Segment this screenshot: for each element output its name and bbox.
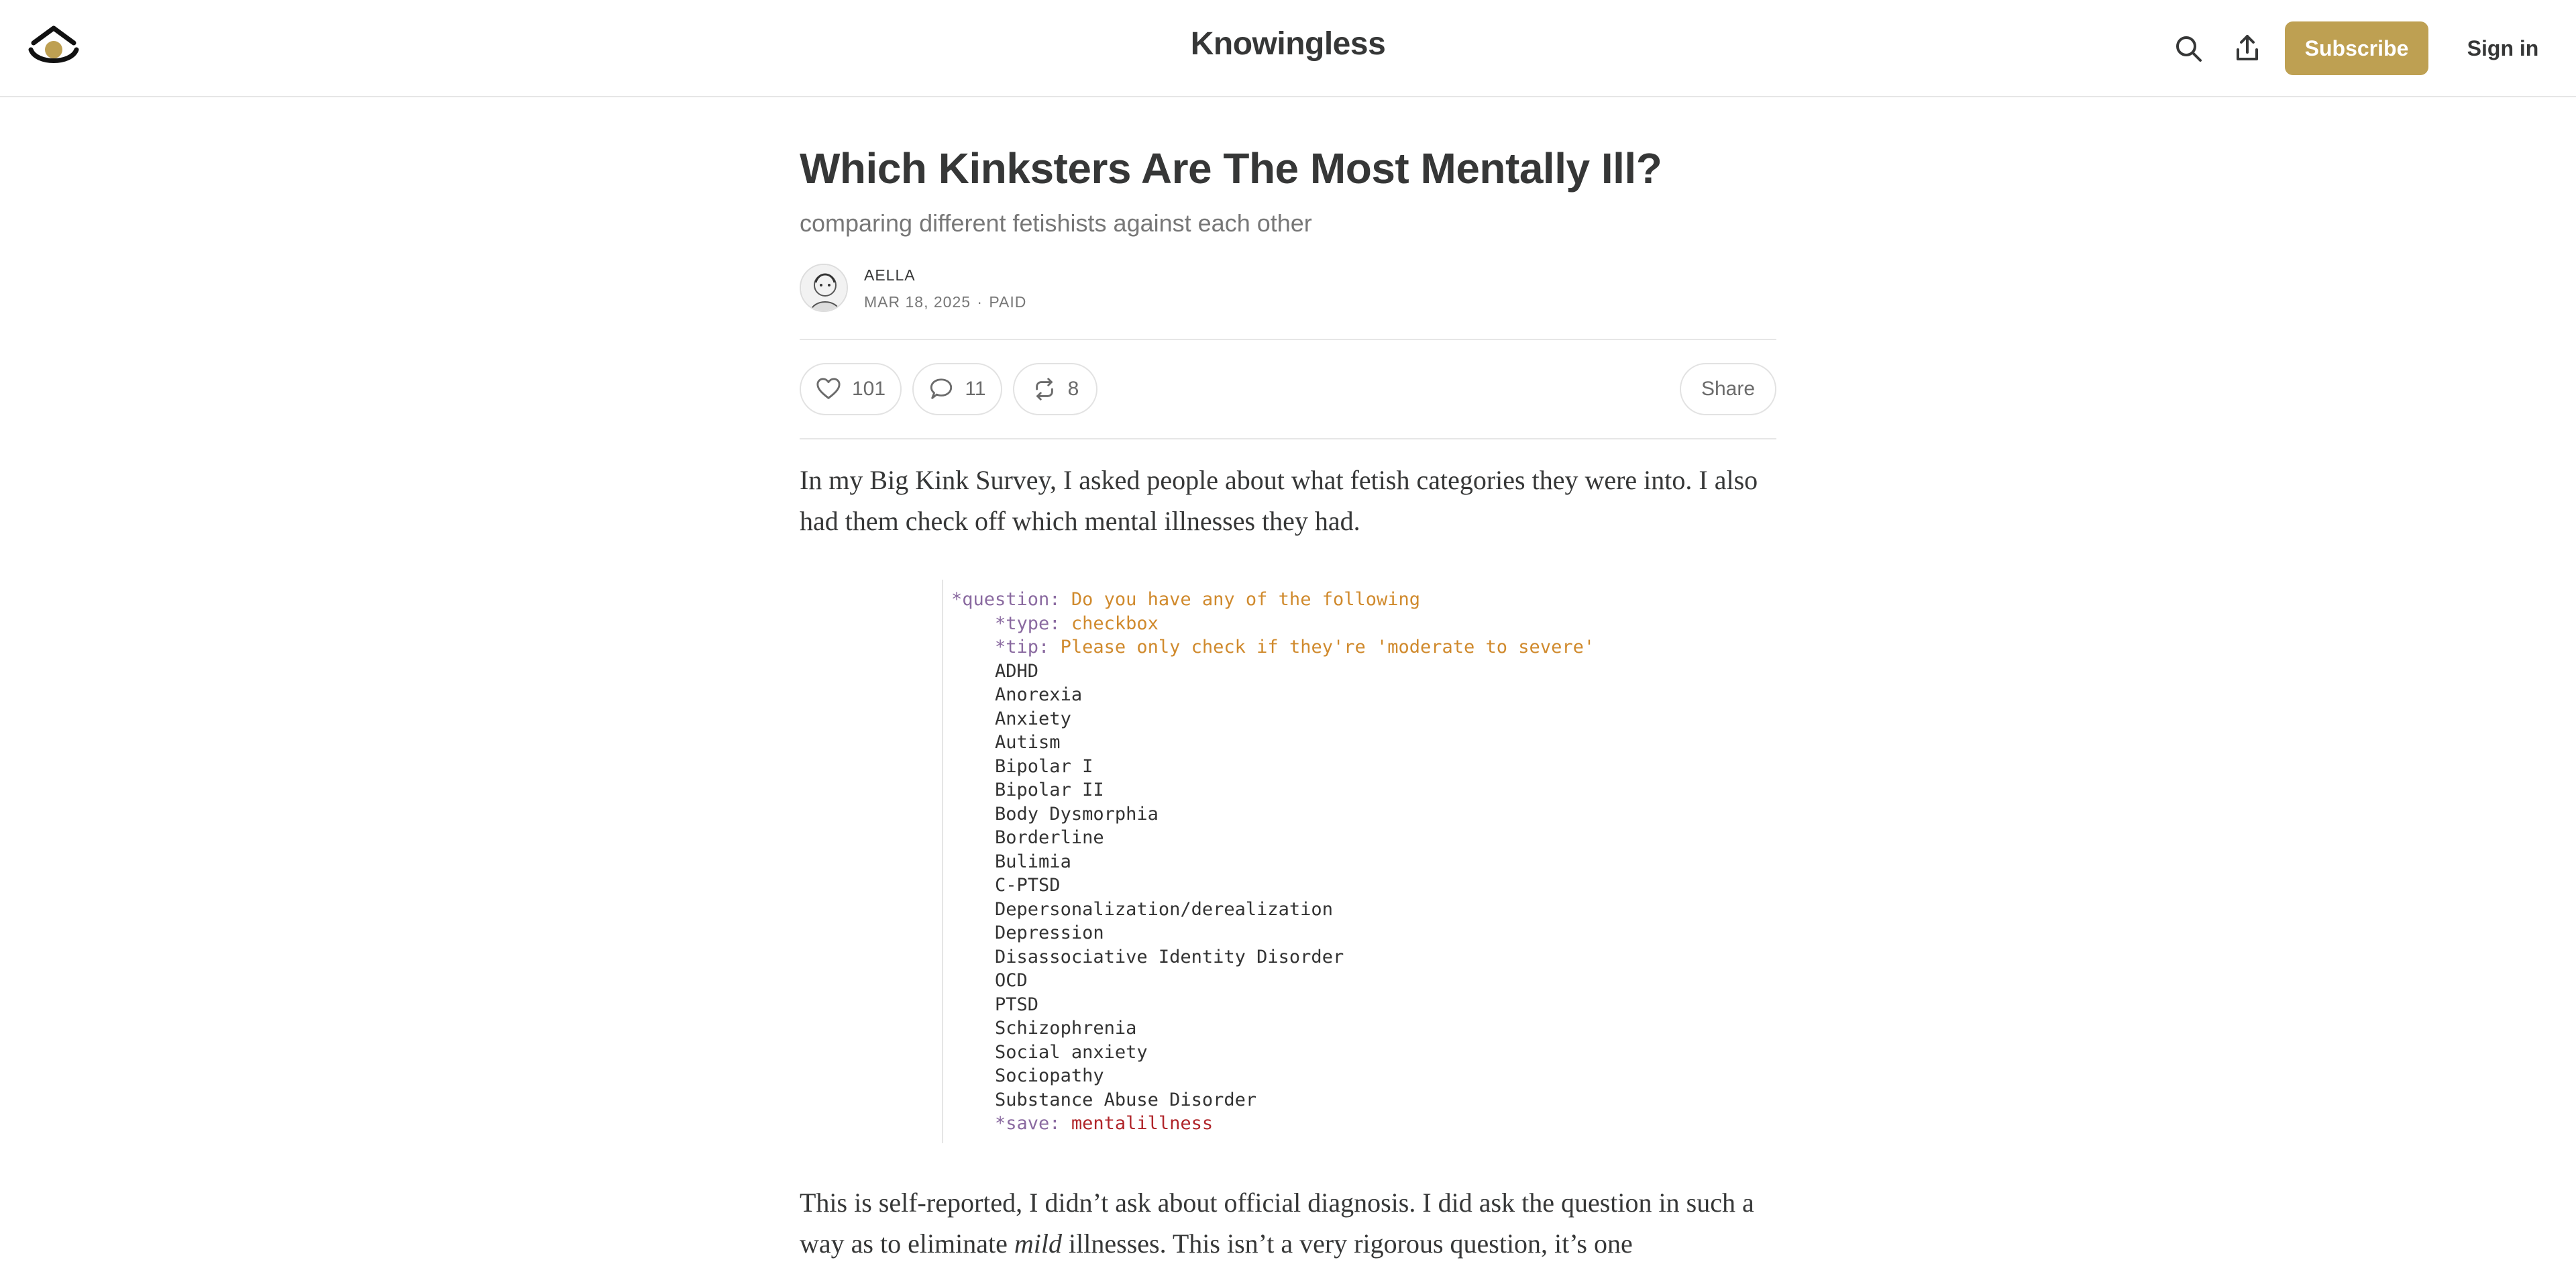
code-option-line: Depression [995, 923, 1104, 943]
code-option-line: Bipolar II [995, 780, 1104, 800]
code-question-key: *question: [951, 589, 1061, 610]
code-type-value: checkbox [1071, 613, 1159, 634]
code-option-line: Bulimia [995, 851, 1071, 872]
code-option-line: Bipolar I [995, 755, 1093, 777]
author-name[interactable]: AELLA [864, 266, 916, 284]
code-option-line: Depersonalization/derealization [995, 898, 1333, 920]
code-tip-key: *tip: [995, 637, 1050, 657]
byline: AELLA MAR 18, 2025 ∙ PAID [800, 264, 1776, 315]
author-avatar[interactable] [800, 264, 848, 312]
restack-count: 8 [1067, 378, 1079, 400]
code-option-line: Sociopathy [995, 1065, 1104, 1086]
code-option-line: Schizophrenia [995, 1018, 1137, 1039]
search-icon[interactable] [2172, 32, 2204, 64]
paragraph: This is self-reported, I didn’t ask abou… [800, 1182, 1776, 1264]
code-option-line: ADHD [995, 660, 1039, 682]
post-meta: MAR 18, 2025 ∙ PAID [864, 293, 1026, 311]
divider-bottom [800, 438, 1776, 439]
paragraph-text: illnesses. This isn’t a very rigorous qu… [1062, 1228, 1633, 1259]
paid-label: PAID [989, 293, 1027, 311]
paragraph: In my Big Kink Survey, I asked people ab… [800, 465, 1758, 536]
like-count: 101 [851, 378, 886, 400]
code-options-list: ADHD Anorexia Anxiety Autism Bipolar I B… [951, 661, 1344, 1110]
post-date: MAR 18, 2025 [864, 293, 971, 311]
comment-bubble-icon [930, 378, 953, 399]
code-type-key: *type: [995, 613, 1061, 634]
code-option-line: Borderline [995, 827, 1104, 848]
code-option-line: Body Dysmorphia [995, 803, 1159, 825]
code-option-line: Substance Abuse Disorder [995, 1089, 1257, 1110]
code-save-key: *save: [995, 1113, 1061, 1134]
heart-icon [816, 378, 841, 399]
comment-count: 11 [965, 378, 986, 400]
post-subtitle: comparing different fetishists against e… [800, 209, 1312, 237]
share-upload-icon[interactable] [2231, 32, 2263, 64]
article: Which Kinksters Are The Most Mentally Il… [800, 97, 1776, 541]
code-option-line: Disassociative Identity Disorder [995, 946, 1344, 967]
code-save-value: mentalillness [1071, 1113, 1214, 1134]
top-navigation-bar: Knowingless Subscribe Sign in [0, 0, 2576, 97]
code-option-line: Autism [995, 732, 1061, 753]
restack-button[interactable]: 8 [1013, 363, 1097, 415]
code-option-line: Anorexia [995, 684, 1083, 705]
share-button[interactable]: Share [1680, 363, 1776, 415]
comment-button[interactable]: 11 [912, 363, 1002, 415]
meta-separator: ∙ [977, 293, 983, 311]
subscribe-button[interactable]: Subscribe [2285, 21, 2428, 75]
share-label: Share [1701, 378, 1756, 400]
code-block: *question: Do you have any of the follow… [942, 580, 1642, 1143]
paragraph-emphasis: mild [1014, 1228, 1063, 1259]
code-option-line: OCD [995, 970, 1028, 991]
sign-in-button[interactable]: Sign in [2446, 21, 2560, 75]
code-option-line: Anxiety [995, 708, 1071, 729]
code-option-line: C-PTSD [995, 875, 1061, 896]
post-actions: 101 11 8 Share [800, 340, 1776, 438]
code-option-line: Social anxiety [995, 1041, 1148, 1063]
like-button[interactable]: 101 [800, 363, 902, 415]
restack-icon [1035, 378, 1053, 401]
code-tip-value: Please only check if they're 'moderate t… [1060, 637, 1595, 657]
code-option-line: PTSD [995, 994, 1039, 1015]
code-question-value: Do you have any of the following [1071, 589, 1420, 610]
post-title: Which Kinksters Are The Most Mentally Il… [800, 144, 1662, 193]
